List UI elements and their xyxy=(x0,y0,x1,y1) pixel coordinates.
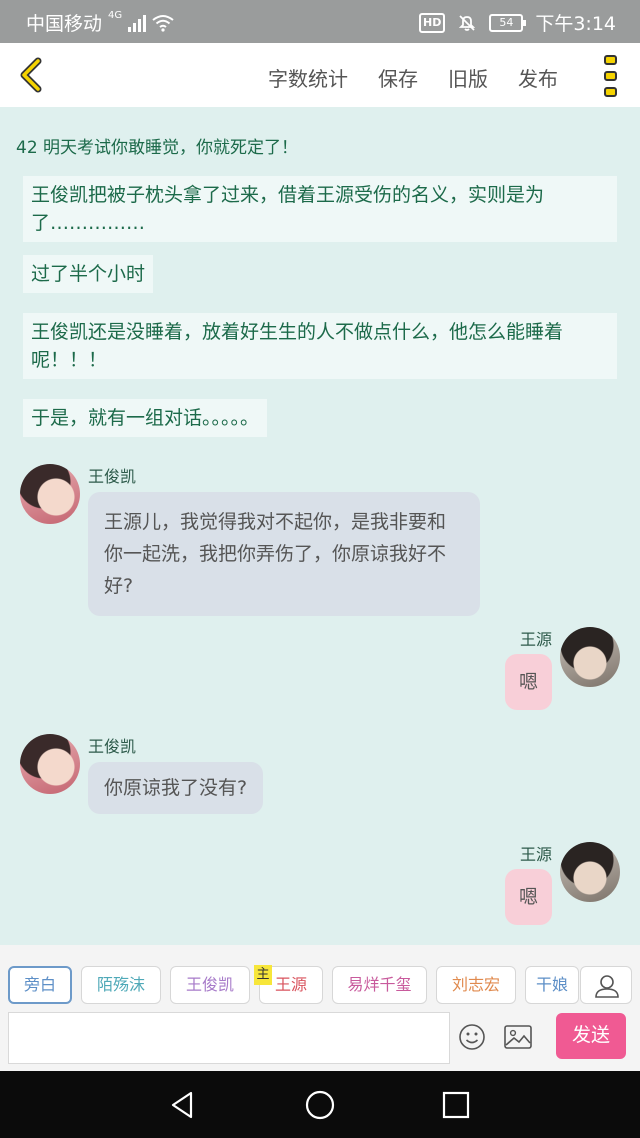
role-selector: 旁白 陌殇沫 王俊凯 王源 易烊千玺 刘志宏 干娘 xyxy=(0,945,640,1009)
carrier-label: 中国移动 xyxy=(26,13,103,35)
chat-area[interactable]: 42 明天考试你敢睡觉，你就死定了！ 王俊凯把被子枕头拿了过来，借着王源受伤的名… xyxy=(0,107,640,945)
nav-recents-icon[interactable] xyxy=(440,1089,472,1121)
avatar[interactable] xyxy=(20,464,80,524)
emoji-icon[interactable] xyxy=(458,1023,486,1051)
save-button[interactable]: 保存 xyxy=(378,63,418,92)
message-bubble-left[interactable]: 你原谅我了没有? xyxy=(88,762,264,814)
old-version-button[interactable]: 旧版 xyxy=(448,63,488,92)
more-menu-icon[interactable] xyxy=(604,55,618,97)
clock: 下午3:14 xyxy=(535,13,616,35)
message-bubble-right[interactable]: 嗯 xyxy=(504,869,552,925)
send-button[interactable]: 发送 xyxy=(556,1013,626,1059)
role-mo-shang-mo[interactable]: 陌殇沫 xyxy=(81,966,161,1004)
user-icon xyxy=(595,975,619,998)
narration-item[interactable]: 王俊凯把被子枕头拿了过来，借着王源受伤的名义，实则是为了…………… xyxy=(23,176,617,242)
back-arrow-icon[interactable] xyxy=(14,57,50,93)
toolbar-menu: 字数统计 保存 旧版 发布 xyxy=(268,63,558,92)
network-type: 4G xyxy=(108,10,123,21)
chapter-title: 42 明天考试你敢睡觉，你就死定了！ xyxy=(16,138,299,158)
avatar[interactable] xyxy=(560,842,620,902)
image-icon[interactable] xyxy=(503,1023,533,1051)
composer: 发送 xyxy=(0,1009,640,1071)
nav-home-icon[interactable] xyxy=(304,1089,336,1121)
speaker-name: 王俊凯 xyxy=(88,737,137,756)
role-gan-niang[interactable]: 干娘 xyxy=(525,966,579,1004)
narration-item[interactable]: 王俊凯还是没睡着，放着好生生的人不做点什么，他怎么能睡着呢！！！ xyxy=(23,313,617,379)
message-bubble-right[interactable]: 嗯 xyxy=(504,654,552,710)
hd-icon: HD xyxy=(418,12,446,33)
speaker-name: 王源 xyxy=(519,845,552,864)
mute-bell-icon xyxy=(459,14,476,31)
speaker-name: 王源 xyxy=(519,630,552,649)
role-wang-junkai[interactable]: 王俊凯 xyxy=(170,966,250,1004)
role-narrator[interactable]: 旁白 xyxy=(8,966,72,1004)
add-role-button[interactable] xyxy=(580,966,632,1004)
word-count-button[interactable]: 字数统计 xyxy=(268,63,348,92)
avatar[interactable] xyxy=(560,627,620,687)
signal-icon xyxy=(128,14,147,32)
status-bar: 中国移动 4G HD 54 下午3:14 xyxy=(0,0,640,43)
narration-item[interactable]: 过了半个小时 xyxy=(23,255,154,293)
message-bubble-left[interactable]: 王源儿，我觉得我对不起你，是我非要和你一起洗，我把你弄伤了，你原谅我好不好? xyxy=(88,492,480,616)
status-right: HD 54 下午3:14 xyxy=(418,9,616,36)
role-yi-yang-qianxi[interactable]: 易烊千玺 xyxy=(332,966,427,1004)
main-role-badge: 主 xyxy=(254,965,272,985)
status-left: 中国移动 4G xyxy=(26,9,174,36)
publish-button[interactable]: 发布 xyxy=(518,63,558,92)
speaker-name: 王俊凯 xyxy=(88,467,137,486)
message-input[interactable] xyxy=(8,1012,450,1064)
battery-icon: 54 xyxy=(489,13,527,32)
system-nav-bar xyxy=(0,1071,640,1138)
nav-back-icon[interactable] xyxy=(167,1089,199,1121)
role-liu-zhihong[interactable]: 刘志宏 xyxy=(436,966,516,1004)
avatar[interactable] xyxy=(20,734,80,794)
wifi-icon xyxy=(152,14,174,32)
editor-toolbar: 字数统计 保存 旧版 发布 xyxy=(0,43,640,107)
narration-item[interactable]: 于是，就有一组对话。。。。。 xyxy=(23,399,268,437)
